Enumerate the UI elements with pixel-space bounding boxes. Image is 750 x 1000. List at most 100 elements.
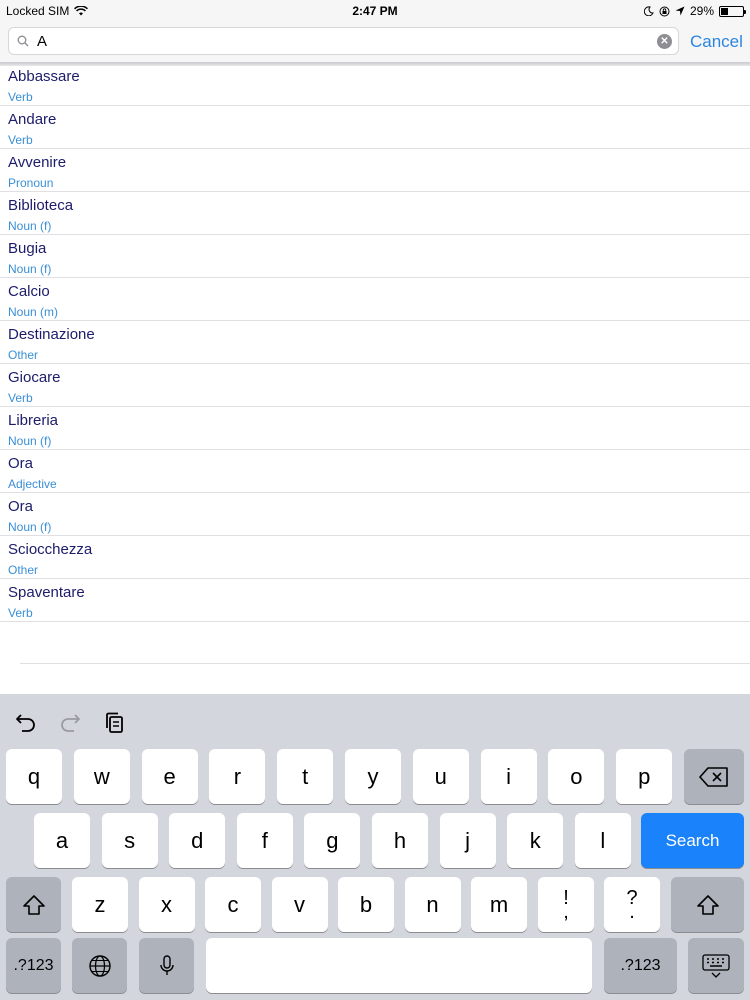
result-title: Bugia — [8, 240, 47, 257]
key-exclaim-comma[interactable]: !, — [538, 877, 594, 932]
key-t[interactable]: t — [277, 749, 334, 804]
result-title: Ora — [8, 498, 34, 515]
result-row[interactable]: Avvenire Pronoun — [0, 149, 750, 192]
result-row[interactable]: Sciocchezza Other — [0, 536, 750, 579]
result-row[interactable]: Calcio Noun (m) — [0, 278, 750, 321]
result-subtitle: Verb — [8, 606, 33, 620]
key-x[interactable]: x — [138, 877, 195, 932]
status-time: 2:47 PM — [352, 4, 398, 18]
keyboard-hide-icon — [702, 953, 730, 978]
result-row[interactable]: Destinazione Other — [0, 321, 750, 364]
key-u[interactable]: u — [412, 749, 469, 804]
result-title: Sciocchezza — [8, 541, 93, 558]
redo-icon[interactable] — [58, 712, 82, 734]
result-title: Abbassare — [8, 68, 80, 85]
delete-key[interactable] — [684, 749, 744, 804]
battery-icon — [719, 5, 746, 17]
globe-key[interactable] — [72, 938, 127, 993]
punct-bottom: , — [563, 900, 569, 923]
battery-fill — [721, 7, 728, 15]
result-title: Giocare — [8, 369, 61, 386]
punct-left: !, — [563, 888, 569, 923]
paste-icon[interactable] — [104, 712, 128, 734]
status-right: 29% — [643, 4, 746, 18]
result-subtitle: Noun (f) — [8, 434, 52, 448]
result-subtitle: Adjective — [8, 477, 57, 491]
key-z[interactable]: z — [72, 877, 128, 932]
result-row[interactable]: Ora Adjective — [0, 450, 750, 493]
numbers-key-left[interactable]: .?123 — [6, 938, 61, 993]
dictation-key[interactable] — [139, 938, 194, 993]
result-title: Andare — [8, 111, 57, 128]
key-v[interactable]: v — [271, 877, 328, 932]
shift-icon — [22, 894, 45, 915]
key-i[interactable]: i — [480, 749, 537, 804]
result-subtitle: Noun (f) — [8, 219, 52, 233]
result-subtitle: Noun (m) — [8, 305, 59, 319]
result-subtitle: Noun (f) — [8, 262, 52, 276]
result-row[interactable]: Bugia Noun (f) — [0, 235, 750, 278]
result-subtitle: Verb — [8, 90, 33, 104]
key-n[interactable]: n — [404, 877, 461, 932]
key-g[interactable]: g — [304, 813, 361, 868]
space-key[interactable] — [206, 938, 592, 993]
empty-row-separator — [20, 663, 750, 664]
moon-icon — [643, 6, 654, 16]
result-row[interactable]: Libreria Noun (f) — [0, 407, 750, 450]
result-row[interactable]: Andare Verb — [0, 106, 750, 149]
key-question-period[interactable]: ?. — [604, 877, 660, 932]
key-b[interactable]: b — [338, 877, 394, 932]
key-a[interactable]: a — [34, 813, 90, 868]
hide-keyboard-key[interactable] — [688, 938, 744, 993]
key-o[interactable]: o — [548, 749, 605, 804]
search-field[interactable]: ✕ — [8, 27, 679, 55]
key-k[interactable]: k — [507, 813, 564, 868]
result-subtitle: Noun (f) — [8, 520, 52, 534]
numbers-key-right[interactable]: .?123 — [604, 938, 677, 993]
key-p[interactable]: p — [616, 749, 673, 804]
result-title: Spaventare — [8, 584, 85, 601]
search-key[interactable]: Search — [641, 813, 744, 868]
key-f[interactable]: f — [236, 813, 293, 868]
result-row[interactable]: Biblioteca Noun (f) — [0, 192, 750, 235]
key-c[interactable]: c — [205, 877, 261, 932]
keyboard: q w e r t y u i o p a s d f g h j k l Search z x c v b n m!,?. .?12… — [0, 694, 750, 1000]
result-subtitle: Verb — [8, 133, 33, 147]
search-icon — [17, 35, 29, 47]
key-r[interactable]: r — [209, 749, 266, 804]
shift-right-key[interactable] — [671, 877, 744, 932]
key-y[interactable]: y — [345, 749, 401, 804]
result-title: Calcio — [8, 283, 50, 300]
result-subtitle: Other — [8, 348, 39, 362]
globe-icon — [88, 954, 111, 977]
result-subtitle: Verb — [8, 391, 33, 405]
key-j[interactable]: j — [439, 813, 496, 868]
key-d[interactable]: d — [169, 813, 226, 868]
backspace-icon — [699, 766, 728, 787]
key-h[interactable]: h — [372, 813, 428, 868]
search-input[interactable] — [37, 32, 637, 50]
result-title: Libreria — [8, 412, 59, 429]
shift-icon — [696, 894, 719, 915]
key-s[interactable]: s — [101, 813, 158, 868]
key-e[interactable]: e — [141, 749, 198, 804]
result-title: Biblioteca — [8, 197, 74, 214]
rotation-lock-icon — [659, 6, 670, 16]
result-row[interactable]: Spaventare Verb — [0, 579, 750, 622]
key-l[interactable]: l — [574, 813, 631, 868]
clear-search-icon[interactable]: ✕ — [657, 34, 672, 49]
key-w[interactable]: w — [73, 749, 130, 804]
keyboard-toolbar — [0, 694, 750, 744]
result-title: Destinazione — [8, 326, 95, 343]
undo-icon[interactable] — [14, 712, 38, 734]
key-m[interactable]: m — [471, 877, 527, 932]
shift-left-key[interactable] — [6, 877, 61, 932]
result-row[interactable]: Abbassare Verb — [0, 63, 750, 106]
result-subtitle: Other — [8, 563, 39, 577]
key-q[interactable]: q — [6, 749, 62, 804]
battery-percent: 29% — [689, 4, 714, 18]
result-row[interactable]: Giocare Verb — [0, 364, 750, 407]
cancel-button[interactable]: Cancel — [690, 32, 743, 52]
result-row[interactable]: Ora Noun (f) — [0, 493, 750, 536]
result-subtitle: Pronoun — [8, 176, 54, 190]
